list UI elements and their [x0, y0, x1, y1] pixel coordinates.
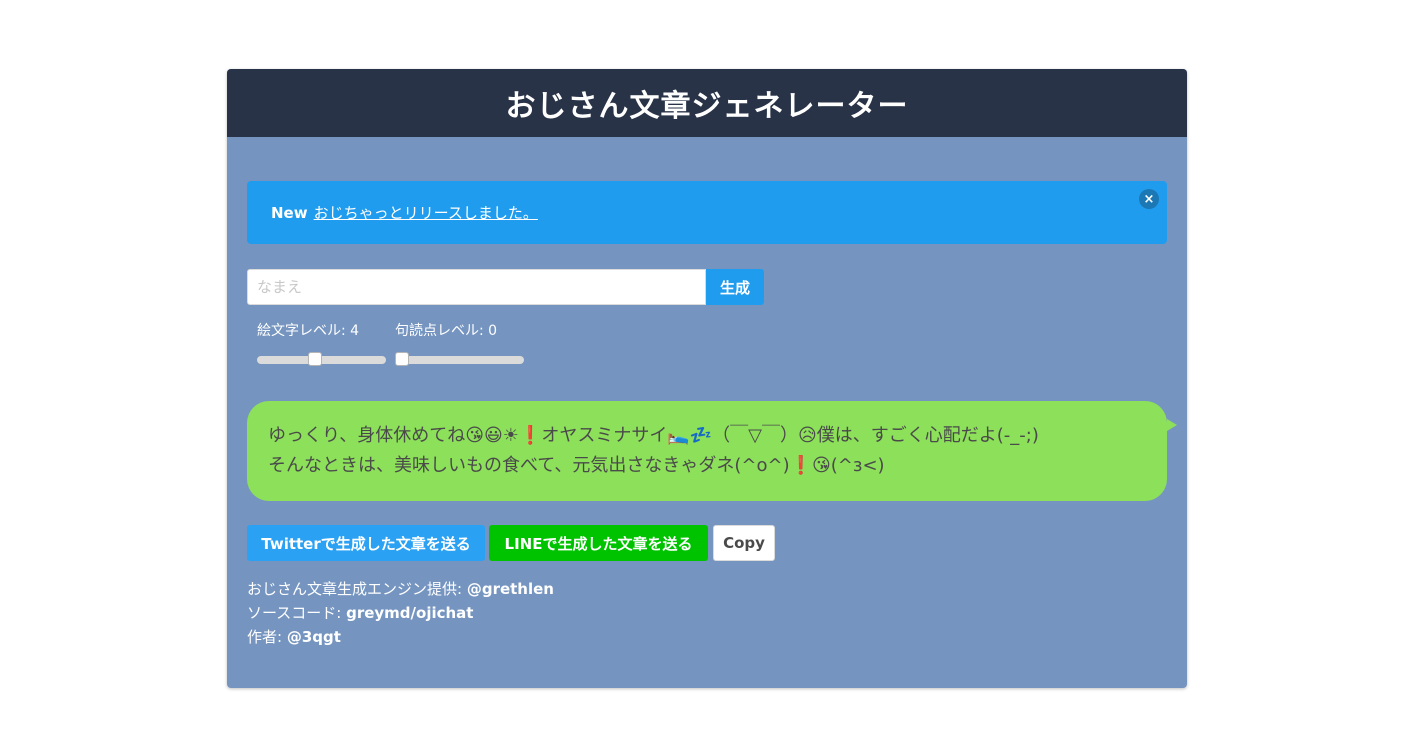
generated-text-line-2: そんなときは、美味しいもの食べて、元気出さなきゃダネ(^o^)❗😘(^з<): [268, 455, 885, 476]
engine-credit: おじさん文章生成エンジン提供: @grethlen: [247, 578, 554, 599]
notice-link[interactable]: おじちゃっとリリースしました。: [314, 202, 538, 223]
punctuation-level-label: 句読点レベル: 0: [395, 323, 498, 339]
generated-message-bubble: ゆっくり、身体休めてね😘😃☀❗オヤスミナサイ🛌💤（￣▽￣）😥僕は、すごく心配だよ…: [247, 401, 1167, 501]
emoji-level-label: 絵文字レベル: 4: [257, 323, 360, 339]
emoji-level-slider[interactable]: [257, 352, 386, 366]
source-credit-link[interactable]: greymd/ojichat: [346, 604, 473, 622]
author-credit: 作者: @3qgt: [247, 626, 341, 647]
release-notice: New おじちゃっとリリースしました。 ×: [247, 181, 1167, 244]
author-credit-label: 作者:: [247, 628, 287, 646]
close-icon[interactable]: ×: [1139, 189, 1159, 209]
ojisan-generator-card: おじさん文章ジェネレーター New おじちゃっとリリースしました。 × 生成 絵…: [227, 69, 1187, 688]
source-credit: ソースコード: greymd/ojichat: [247, 602, 473, 623]
name-input[interactable]: [247, 269, 706, 305]
twitter-share-button[interactable]: Twitterで生成した文章を送る: [247, 525, 485, 561]
punctuation-level-slider[interactable]: [395, 352, 524, 366]
author-credit-link[interactable]: @3qgt: [287, 628, 341, 646]
bubble-tail: [1167, 419, 1177, 431]
line-share-button[interactable]: LINEで生成した文章を送る: [489, 525, 708, 561]
source-credit-label: ソースコード:: [247, 604, 347, 622]
punctuation-slider-thumb[interactable]: [395, 352, 410, 366]
copy-button[interactable]: Copy: [713, 525, 775, 561]
engine-credit-link[interactable]: @grethlen: [467, 580, 554, 598]
engine-credit-label: おじさん文章生成エンジン提供:: [247, 580, 467, 598]
page-title: おじさん文章ジェネレーター: [227, 69, 1187, 137]
notice-new-badge: New: [271, 203, 308, 222]
emoji-slider-thumb[interactable]: [308, 352, 323, 366]
generate-button[interactable]: 生成: [706, 269, 764, 305]
generated-text-line-1: ゆっくり、身体休めてね😘😃☀❗オヤスミナサイ🛌💤（￣▽￣）😥僕は、すごく心配だよ…: [268, 425, 1039, 446]
